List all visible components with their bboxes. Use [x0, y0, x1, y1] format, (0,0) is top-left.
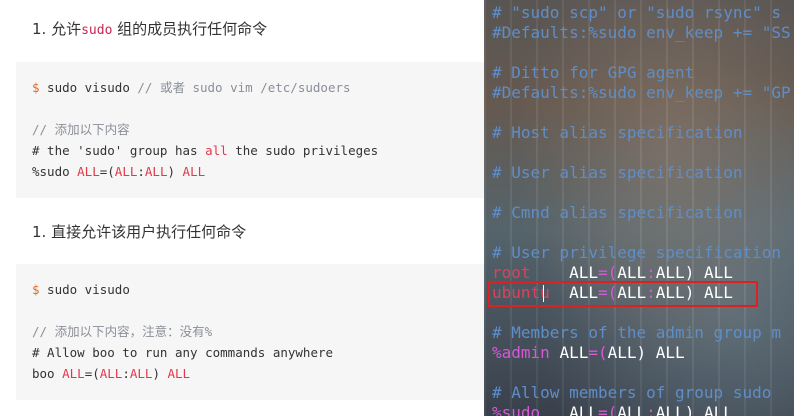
- code-line-group-comment: # the 'sudo' group has all the sudo priv…: [32, 143, 379, 158]
- section-heading-direct-user: 1. 直接允许该用户执行任何命令: [32, 223, 247, 241]
- code-line-command: $ sudo visudo: [32, 282, 130, 297]
- code-line-comment: // 添加以下内容: [32, 122, 130, 137]
- terminal-line: #Defaults:%sudo env_keep += "GP: [492, 83, 791, 102]
- highlight-box: [488, 281, 758, 307]
- terminal-line: # Host alias specification: [492, 123, 743, 142]
- code-line-allow-comment: # Allow boo to run any commands anywhere: [32, 345, 334, 360]
- terminal-line: # User privilege specification: [492, 243, 781, 262]
- terminal-root-rule: root ALL=(ALL:ALL) ALL: [492, 263, 733, 282]
- terminal-line: # User alias specification: [492, 163, 743, 182]
- code-block-sudo-group[interactable]: $ sudo visudo // 或者 sudo vim /etc/sudoer…: [16, 62, 484, 198]
- text-cursor: [543, 285, 544, 302]
- section-heading-sudo-group: 1. 允许sudo 组的成员执行任何命令: [32, 20, 268, 38]
- code-line-sudo-rule: %sudo ALL=(ALL:ALL) ALL: [32, 164, 206, 179]
- terminal-line: # "sudo scp" or "sudo rsync" s: [492, 3, 781, 22]
- code-line-command: $ sudo visudo // 或者 sudo vim /etc/sudoer…: [32, 80, 351, 95]
- terminal-line: #Defaults:%sudo env_keep += "SS: [492, 23, 791, 42]
- terminal-line: # Members of the admin group m: [492, 323, 781, 342]
- terminal-line: # Cmnd alias specification: [492, 203, 743, 222]
- terminal-admin-rule: %admin ALL=(ALL) ALL: [492, 343, 685, 362]
- inline-code-sudo: sudo: [81, 23, 113, 38]
- code-line-comment: // 添加以下内容，注意：没有%: [32, 324, 213, 339]
- documentation-panel: 1. 允许sudo 组的成员执行任何命令 $ sudo visudo // 或者…: [0, 0, 484, 416]
- terminal-sudo-rule: %sudo ALL=(ALL:ALL) ALL: [492, 403, 733, 416]
- code-block-direct-user[interactable]: $ sudo visudo // 添加以下内容，注意：没有% # Allow b…: [16, 264, 484, 400]
- code-line-boo-rule: boo ALL=(ALL:ALL) ALL: [32, 366, 191, 381]
- terminal-line: # Ditto for GPG agent: [492, 63, 695, 82]
- terminal-line: # Allow members of group sudo: [492, 383, 772, 402]
- terminal-screenshot: # "sudo scp" or "sudo rsync" s #Defaults…: [484, 0, 794, 416]
